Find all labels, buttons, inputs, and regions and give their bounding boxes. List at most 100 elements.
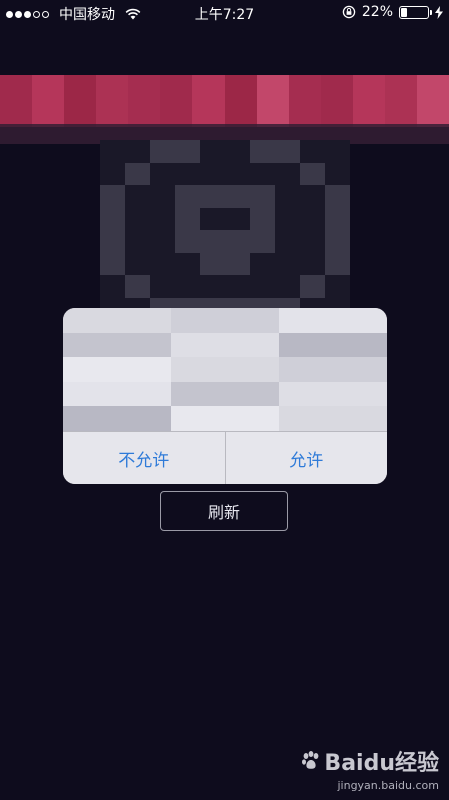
deny-button[interactable]: 不允许 bbox=[63, 432, 225, 484]
mosaic-block bbox=[252, 381, 279, 407]
mosaic-block bbox=[300, 252, 325, 275]
mosaic-block bbox=[63, 381, 90, 407]
mosaic-block bbox=[300, 275, 325, 298]
mosaic-block bbox=[360, 308, 387, 333]
mosaic-block bbox=[225, 381, 252, 407]
mosaic-block bbox=[360, 406, 387, 431]
mosaic-block bbox=[275, 140, 300, 163]
mosaic-block bbox=[171, 332, 198, 358]
mosaic-block bbox=[200, 185, 225, 208]
mosaic-block bbox=[63, 357, 90, 382]
mosaic-block bbox=[175, 207, 200, 230]
mosaic-block bbox=[306, 381, 333, 407]
mosaic-block bbox=[225, 308, 252, 333]
mosaic-block bbox=[125, 275, 150, 298]
mosaic-block bbox=[100, 162, 125, 185]
baidu-paw-icon bbox=[302, 751, 319, 769]
mosaic-block bbox=[171, 406, 198, 431]
mosaic-block bbox=[384, 75, 418, 127]
mosaic-block bbox=[252, 332, 279, 358]
mosaic-block bbox=[192, 75, 225, 127]
mosaic-block bbox=[325, 207, 350, 230]
mosaic-block bbox=[225, 207, 250, 230]
allow-button[interactable]: 允许 bbox=[224, 432, 387, 484]
mosaic-block bbox=[150, 140, 175, 163]
status-right: 22% bbox=[342, 4, 443, 20]
mosaic-block bbox=[333, 308, 360, 333]
refresh-button[interactable]: 刷新 bbox=[160, 491, 288, 531]
mosaic-block bbox=[171, 308, 198, 333]
mosaic-block bbox=[417, 75, 449, 127]
mosaic-block bbox=[150, 185, 175, 208]
mosaic-block bbox=[325, 275, 350, 298]
mosaic-block bbox=[125, 162, 150, 185]
mosaic-block bbox=[325, 230, 350, 253]
mosaic-block bbox=[279, 357, 306, 382]
mosaic-block bbox=[117, 381, 144, 407]
mosaic-block bbox=[144, 381, 171, 407]
mosaic-block bbox=[325, 162, 350, 185]
mosaic-block bbox=[150, 275, 175, 298]
mosaic-block bbox=[100, 140, 125, 163]
mosaic-block bbox=[175, 275, 200, 298]
mosaic-block bbox=[150, 162, 175, 185]
mosaic-block bbox=[0, 75, 33, 127]
mosaic-block bbox=[63, 406, 90, 431]
mosaic-block bbox=[333, 332, 360, 358]
mosaic-block bbox=[306, 357, 333, 382]
mosaic-block bbox=[360, 332, 387, 358]
mosaic-block bbox=[225, 332, 252, 358]
blurred-banner bbox=[0, 75, 449, 127]
mosaic-block bbox=[198, 357, 225, 382]
mosaic-block bbox=[90, 332, 117, 358]
mosaic-block bbox=[275, 252, 300, 275]
mosaic-block bbox=[225, 252, 250, 275]
mosaic-block bbox=[250, 275, 275, 298]
mosaic-block bbox=[250, 207, 275, 230]
mosaic-block bbox=[252, 308, 279, 333]
mosaic-block bbox=[325, 252, 350, 275]
mosaic-block bbox=[360, 357, 387, 382]
mosaic-block bbox=[275, 230, 300, 253]
mosaic-block bbox=[144, 357, 171, 382]
mosaic-block bbox=[250, 185, 275, 208]
mosaic-block bbox=[360, 381, 387, 407]
mosaic-block bbox=[117, 308, 144, 333]
mosaic-block bbox=[100, 207, 125, 230]
battery-fill bbox=[401, 7, 407, 17]
mosaic-block bbox=[300, 185, 325, 208]
mosaic-block bbox=[200, 252, 225, 275]
mosaic-block bbox=[171, 381, 198, 407]
mosaic-block bbox=[144, 332, 171, 358]
mosaic-block bbox=[333, 406, 360, 431]
mosaic-block bbox=[100, 230, 125, 253]
mosaic-block bbox=[279, 332, 306, 358]
mosaic-block bbox=[224, 75, 257, 127]
mosaic-block bbox=[125, 252, 150, 275]
mosaic-block bbox=[325, 185, 350, 208]
mosaic-block bbox=[96, 75, 129, 127]
mosaic-block bbox=[200, 275, 225, 298]
mosaic-block bbox=[128, 75, 161, 127]
mosaic-block bbox=[279, 308, 306, 333]
mosaic-block bbox=[250, 252, 275, 275]
mosaic-block bbox=[90, 406, 117, 431]
mosaic-block bbox=[200, 140, 225, 163]
mosaic-block bbox=[279, 406, 306, 431]
mosaic-block bbox=[279, 381, 306, 407]
mosaic-block bbox=[352, 75, 385, 127]
battery-percent: 22% bbox=[361, 4, 393, 20]
mosaic-block bbox=[198, 406, 225, 431]
mosaic-block bbox=[144, 406, 171, 431]
mosaic-block bbox=[117, 332, 144, 358]
baidu-watermark: Baidu经验 jingyan.baidu.com bbox=[300, 745, 439, 792]
mosaic-block bbox=[256, 75, 289, 127]
mosaic-block bbox=[175, 162, 200, 185]
mosaic-block bbox=[250, 140, 275, 163]
mosaic-block bbox=[300, 162, 325, 185]
mosaic-block bbox=[250, 230, 275, 253]
mosaic-block bbox=[64, 75, 97, 127]
mosaic-block bbox=[225, 357, 252, 382]
mosaic-block bbox=[225, 140, 250, 163]
mosaic-block bbox=[252, 406, 279, 431]
